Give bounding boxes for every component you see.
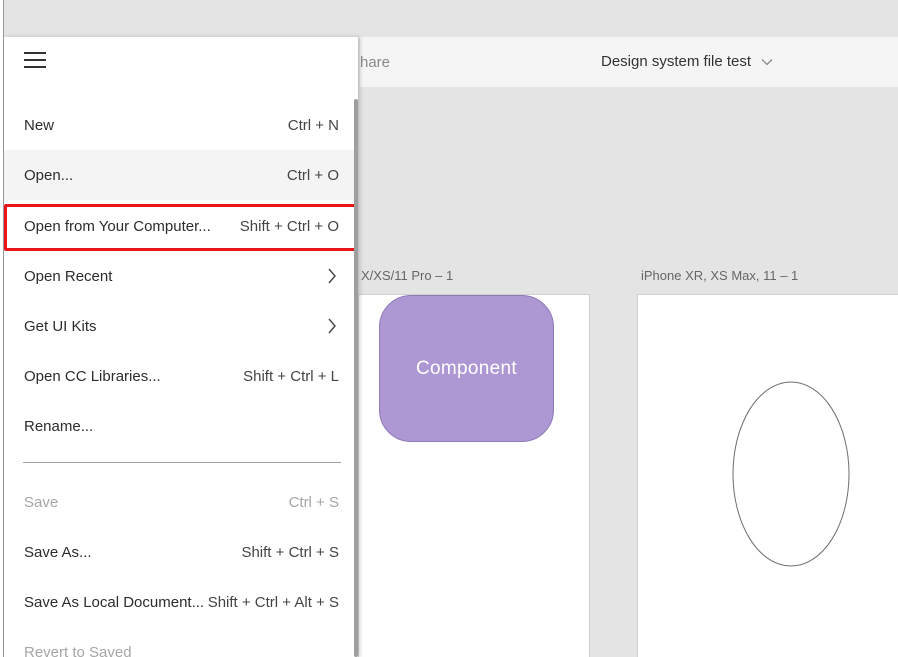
menu-item-label: New: [24, 116, 55, 134]
menu-item-save-as[interactable]: Save As... Shift + Ctrl + S: [4, 527, 354, 577]
toolbar: hare Design system file test: [360, 37, 898, 87]
menu-item-save[interactable]: Save Ctrl + S: [4, 477, 354, 527]
menu-item-shortcut: Shift + Ctrl + O: [239, 217, 339, 235]
menu-item-label: Rename...: [24, 417, 94, 435]
chevron-right-icon: [328, 318, 336, 334]
chevron-right-icon: [328, 268, 336, 284]
artboard-label[interactable]: X/XS/11 Pro – 1: [361, 268, 453, 283]
artboard-label[interactable]: iPhone XR, XS Max, 11 – 1: [641, 268, 798, 283]
component-button[interactable]: Component: [379, 295, 554, 442]
menu-item-label: Open Recent: [24, 267, 113, 285]
menu-item-shortcut: Ctrl + O: [286, 166, 339, 184]
menu-item-label: Get UI Kits: [24, 317, 97, 335]
menu-item-open-from-computer[interactable]: Open from Your Computer... Shift + Ctrl …: [4, 201, 354, 251]
hamburger-menu-icon[interactable]: [24, 52, 48, 72]
menu-item-label: Revert to Saved: [24, 643, 132, 657]
menu-item-shortcut: Ctrl + S: [288, 493, 339, 511]
menu-item-label: Save: [24, 493, 59, 511]
ellipse-shape[interactable]: [732, 381, 850, 567]
menu-scrollbar[interactable]: [354, 99, 358, 657]
menu-item-revert-to-saved[interactable]: Revert to Saved: [4, 627, 354, 657]
menu-item-open-cc-libraries[interactable]: Open CC Libraries... Shift + Ctrl + L: [4, 351, 354, 401]
menu-item-shortcut: Shift + Ctrl + L: [243, 367, 339, 385]
menu-item-open[interactable]: Open... Ctrl + O: [4, 150, 354, 200]
menu-item-save-as-local[interactable]: Save As Local Document... Shift + Ctrl +…: [4, 577, 354, 627]
menu-item-new[interactable]: New Ctrl + N: [4, 100, 354, 150]
menu-item-rename[interactable]: Rename...: [4, 401, 354, 451]
menu-item-label: Save As...: [24, 543, 92, 561]
document-title: Design system file test: [601, 53, 752, 70]
title-bar: [0, 0, 898, 37]
menu-item-label: Save As Local Document...: [24, 593, 205, 611]
menu-divider: [23, 462, 341, 463]
menu-item-shortcut: Ctrl + N: [287, 116, 339, 134]
menu-item-label: Open CC Libraries...: [24, 367, 161, 385]
share-tab[interactable]: hare: [360, 54, 390, 71]
menu-item-shortcut: Shift + Ctrl + S: [241, 543, 339, 561]
component-label: Component: [416, 357, 517, 379]
menu-item-label: Open from Your Computer...: [24, 217, 211, 235]
file-menu: New Ctrl + N Open... Ctrl + O Open from …: [4, 37, 358, 657]
menu-item-label: Open...: [24, 166, 74, 184]
menu-item-open-recent[interactable]: Open Recent: [4, 251, 354, 301]
document-title-dropdown[interactable]: Design system file test: [601, 53, 773, 70]
menu-item-get-ui-kits[interactable]: Get UI Kits: [4, 301, 354, 351]
menu-item-shortcut: Shift + Ctrl + Alt + S: [207, 593, 339, 611]
chevron-down-icon: [761, 58, 773, 65]
